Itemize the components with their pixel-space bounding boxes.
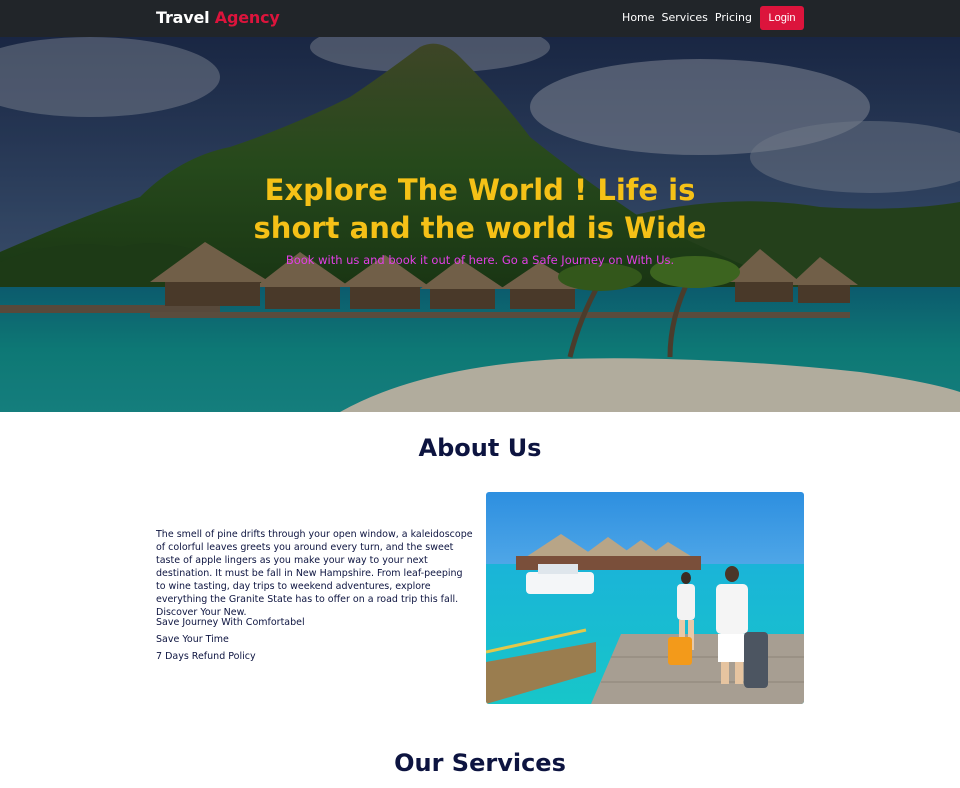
hero-banner: Explore The World ! Life is short and th… <box>0 37 960 412</box>
about-feature-item: 7 Days Refund Policy <box>156 651 256 662</box>
about-feature-item: Save Journey With Comfortabel <box>156 617 305 628</box>
about-paragraph: The smell of pine drifts through your op… <box>156 529 473 618</box>
nav-link-home[interactable]: Home <box>622 6 654 30</box>
nav-link-services[interactable]: Services <box>662 6 708 30</box>
brand-accent: Agency <box>214 8 280 27</box>
travelers-photo-image <box>486 492 804 704</box>
navbar: Travel Agency Home Services Pricing Logi… <box>0 0 960 37</box>
about-title: About Us <box>418 434 542 462</box>
hero-subtitle: Book with us and book it out of here. Go… <box>285 253 675 267</box>
hero-title: Explore The World ! Life is short and th… <box>0 171 960 247</box>
login-button[interactable]: Login <box>760 6 804 30</box>
services-title: Our Services <box>394 749 566 777</box>
hero-title-line-1: Explore The World ! Life is <box>264 173 696 207</box>
about-photo <box>486 492 804 704</box>
brand-main: Travel <box>156 8 210 27</box>
hero-title-line-2: short and the world is Wide <box>253 211 707 245</box>
about-features-list: Save Journey With Comfortabel Save Your … <box>156 614 456 665</box>
nav-link-pricing[interactable]: Pricing <box>715 6 752 30</box>
brand-logo[interactable]: Travel Agency <box>156 8 280 27</box>
about-feature-item: Save Your Time <box>156 634 229 645</box>
nav-links: Home Services Pricing Login <box>622 6 804 30</box>
